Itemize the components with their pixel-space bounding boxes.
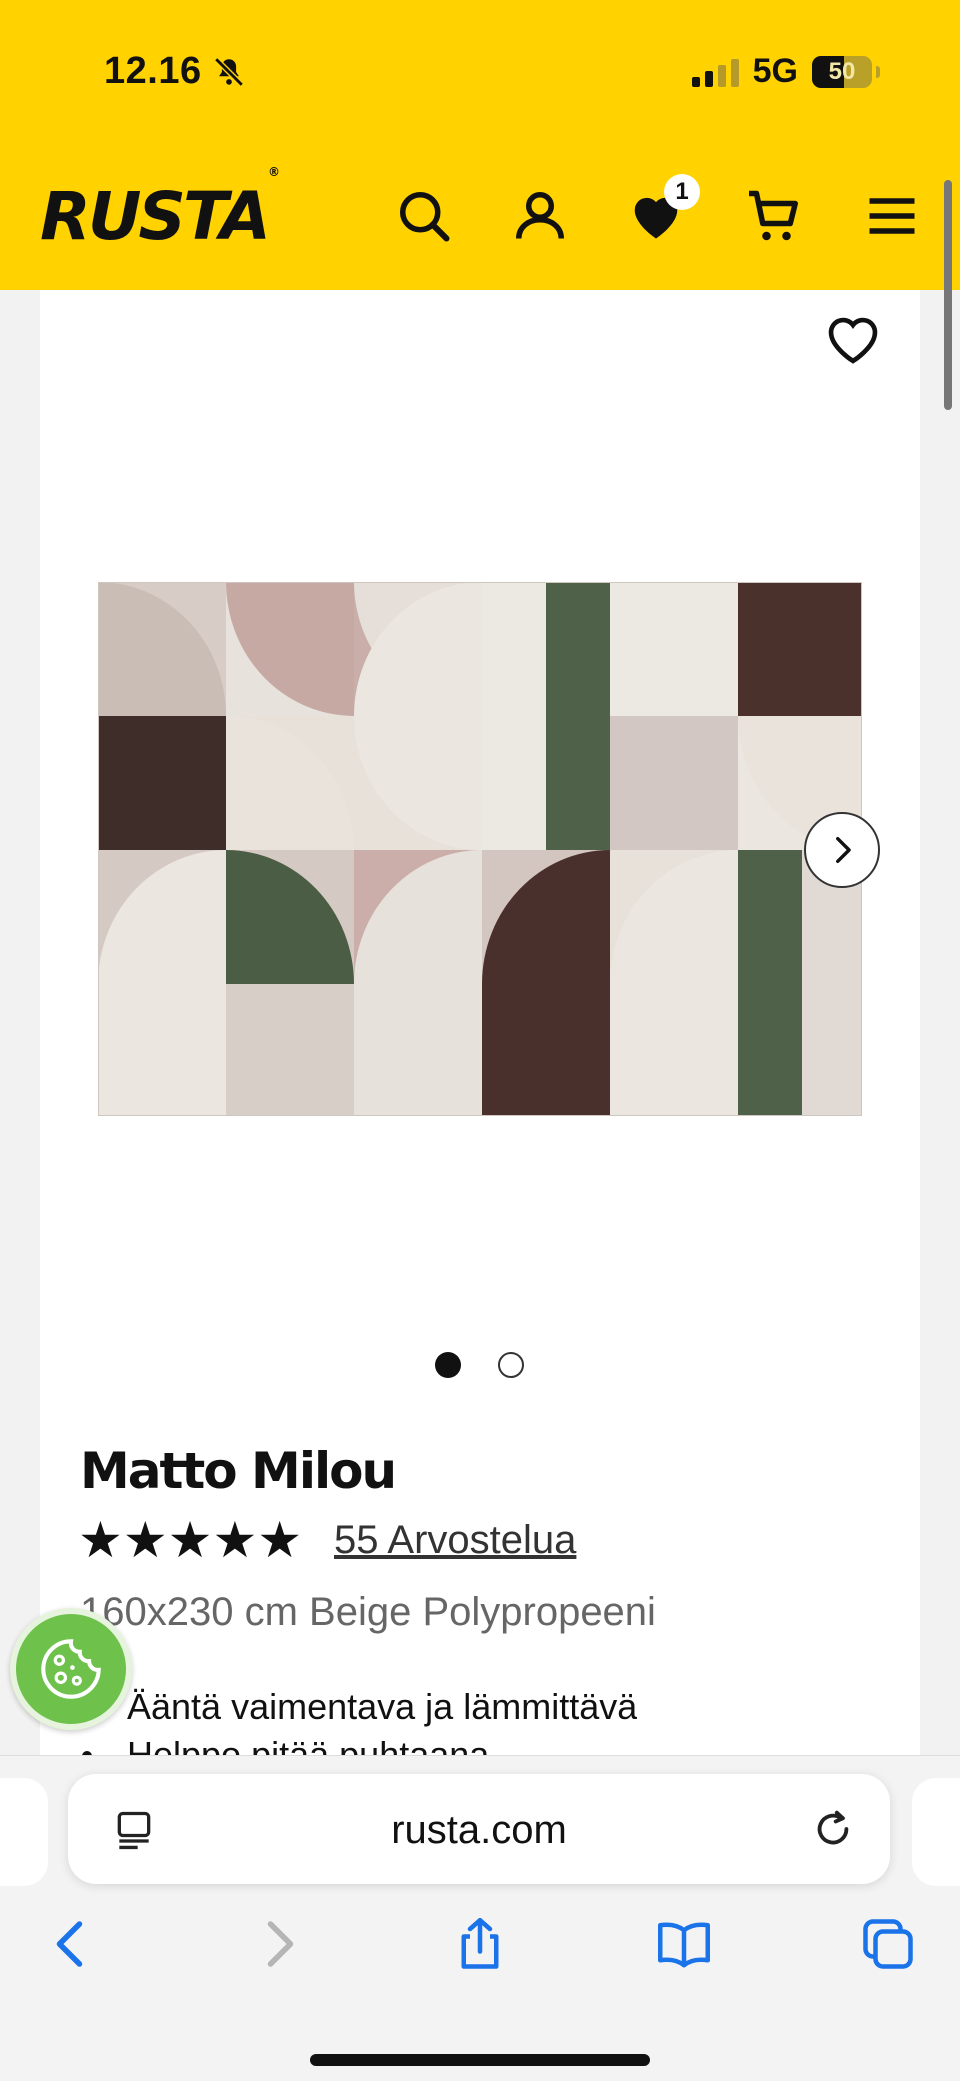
chevron-right-icon (836, 836, 851, 864)
battery-level: 50 (828, 57, 856, 85)
status-indicators: 5G 50 (691, 52, 880, 91)
feature-item: Ääntä vaimentava ja lämmittävä (82, 1683, 637, 1731)
next-tab-preview[interactable] (912, 1778, 960, 1886)
tabs-icon[interactable] (858, 1914, 918, 1974)
address-bar[interactable]: rusta.com (68, 1774, 890, 1884)
network-label: 5G (752, 52, 798, 90)
carousel-next-button[interactable] (804, 812, 880, 888)
browser-toolbar: rusta.com (0, 1755, 960, 2081)
logo-text: RUSTA (40, 178, 271, 255)
menu-icon[interactable] (862, 186, 922, 246)
wishlist-count-badge: 1 (664, 174, 700, 210)
reviews-link[interactable]: 55 Arvostelua (334, 1518, 576, 1563)
carousel-dot-1[interactable] (435, 1352, 461, 1378)
forward-icon[interactable] (248, 1914, 308, 1974)
url-text: rusta.com (391, 1808, 567, 1852)
cart-icon[interactable] (744, 186, 804, 246)
status-time: 12.16 (104, 50, 246, 93)
account-icon[interactable] (510, 186, 570, 246)
bookmarks-icon[interactable] (654, 1914, 714, 1974)
rating-stars: ★★★★★ (78, 1512, 302, 1568)
product-title: Matto Milou (80, 1442, 397, 1500)
signal-icon (691, 57, 739, 87)
home-indicator[interactable] (310, 2054, 650, 2066)
battery-icon: 50 (812, 55, 872, 88)
back-icon[interactable] (42, 1914, 102, 1974)
page-scrollbar[interactable] (944, 180, 952, 410)
site-header: 12.16 5G 50 RUSTA® 1 (0, 0, 960, 290)
time-label: 12.16 (104, 50, 202, 92)
cookie-settings-button[interactable] (10, 1608, 132, 1730)
reload-icon[interactable] (810, 1806, 856, 1852)
rating-stars-text: ★★★★★ (78, 1512, 303, 1568)
carousel-dot-2[interactable] (498, 1352, 524, 1378)
product-image-rug[interactable] (98, 582, 862, 1116)
add-to-favorites-heart-icon[interactable] (822, 308, 884, 370)
search-icon[interactable] (394, 186, 454, 246)
previous-tab-preview[interactable] (0, 1778, 48, 1886)
rusta-logo[interactable]: RUSTA® (40, 165, 280, 255)
bell-slash-icon (213, 56, 244, 87)
product-subtitle: 160x230 cm Beige Polypropeeni (80, 1590, 656, 1634)
cookie-icon (41, 1639, 101, 1699)
share-icon[interactable] (450, 1914, 510, 1974)
